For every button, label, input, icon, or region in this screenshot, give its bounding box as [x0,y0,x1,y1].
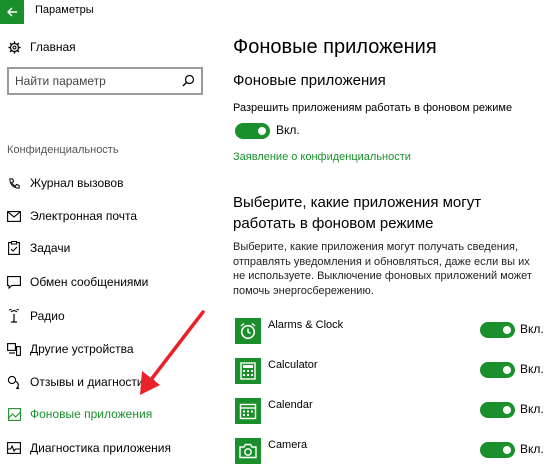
alarm-clock-icon [235,318,261,344]
choose-apps-heading: Выберите, какие приложения могут работат… [233,194,482,232]
section-title: Фоновые приложения [233,72,386,89]
search-icon[interactable] [182,74,195,92]
calculator-icon [235,358,261,384]
toggle-state-label: Вкл. [520,442,544,456]
sidebar-item-messaging[interactable]: Обмен сообщениями [0,269,210,295]
app-background-toggle[interactable] [480,322,515,338]
radio-icon [7,309,21,323]
sidebar-item-label: Электронная почта [30,209,138,223]
app-row-calendar: Calendar Вкл. [230,398,550,434]
sidebar-item-label: Радио [30,309,65,323]
app-name: Calculator [268,359,318,371]
toggle-state-label: Вкл. [520,322,544,336]
app-background-toggle[interactable] [480,402,515,418]
allow-background-toggle[interactable] [235,123,270,139]
call-history-icon [7,176,21,190]
toggle-state-label: Вкл. [520,402,544,416]
messaging-icon [7,275,21,289]
sidebar-item-tasks[interactable]: Задачи [0,235,210,261]
sidebar: Главная Конфиденциальность Журнал вызово… [0,24,210,472]
sidebar-item-radio[interactable]: Радио [0,303,210,329]
app-name: Alarms & Clock [268,319,344,331]
gear-icon [7,40,21,54]
sidebar-item-mail[interactable]: Электронная почта [0,203,210,229]
app-name: Camera [268,439,308,451]
sidebar-item-call-history[interactable]: Журнал вызовов [0,170,210,196]
sidebar-item-label: Журнал вызовов [30,176,124,190]
page-title: Фоновые приложения [233,36,437,58]
app-row-camera: Camera Вкл. [230,438,550,472]
main-content: Фоновые приложения Фоновые приложения Ра… [230,24,550,472]
sidebar-item-label: Задачи [30,241,71,255]
sidebar-item-background-apps[interactable]: Фоновые приложения [0,401,210,427]
privacy-statement-link[interactable]: Заявление о конфиденциальности [233,151,411,163]
sidebar-item-label: Фоновые приложения [30,407,153,421]
toggle-knob [503,366,511,374]
back-arrow-icon [7,7,17,17]
toggle-knob [503,446,511,454]
feedback-icon [7,375,21,389]
background-apps-icon [7,407,21,421]
tasks-icon [7,241,21,255]
camera-icon [235,438,261,464]
app-row-alarms-clock: Alarms & Clock Вкл. [230,318,550,354]
allow-background-label: Разрешить приложениям работать в фоновом… [233,102,513,114]
sidebar-item-label: Главная [30,40,76,54]
sidebar-item-home[interactable]: Главная [0,34,210,60]
sidebar-item-label: Обмен сообщениями [30,275,149,289]
devices-icon [7,342,21,356]
app-row-calculator: Calculator Вкл. [230,358,550,394]
settings-window: Параметры Главная Конфиденциальность Жур… [0,0,550,472]
choose-apps-description: Выберите, какие приложения могут получат… [233,241,532,297]
app-name: Calendar [268,399,313,411]
app-diagnostics-icon [7,441,21,455]
app-background-toggle[interactable] [480,362,515,378]
search-box[interactable] [7,67,203,95]
search-input[interactable] [15,74,175,88]
toggle-state-label: Вкл. [276,123,300,137]
window-title: Параметры [35,4,94,16]
sidebar-item-label: Диагностика приложения [30,441,171,455]
title-bar: Параметры [0,0,550,24]
sidebar-item-label: Отзывы и диагностика [30,375,156,389]
toggle-knob [258,127,266,135]
sidebar-item-label: Другие устройства [30,342,134,356]
toggle-state-label: Вкл. [520,362,544,376]
toggle-knob [503,406,511,414]
mail-icon [7,209,21,223]
sidebar-item-other-devices[interactable]: Другие устройства [0,336,210,362]
toggle-knob [503,326,511,334]
sidebar-item-app-diagnostics[interactable]: Диагностика приложения [0,435,210,461]
calendar-icon [235,398,261,424]
app-background-toggle[interactable] [480,442,515,458]
section-heading: Конфиденциальность [7,144,119,156]
sidebar-item-feedback[interactable]: Отзывы и диагностика [0,369,210,395]
back-button[interactable] [0,0,24,24]
